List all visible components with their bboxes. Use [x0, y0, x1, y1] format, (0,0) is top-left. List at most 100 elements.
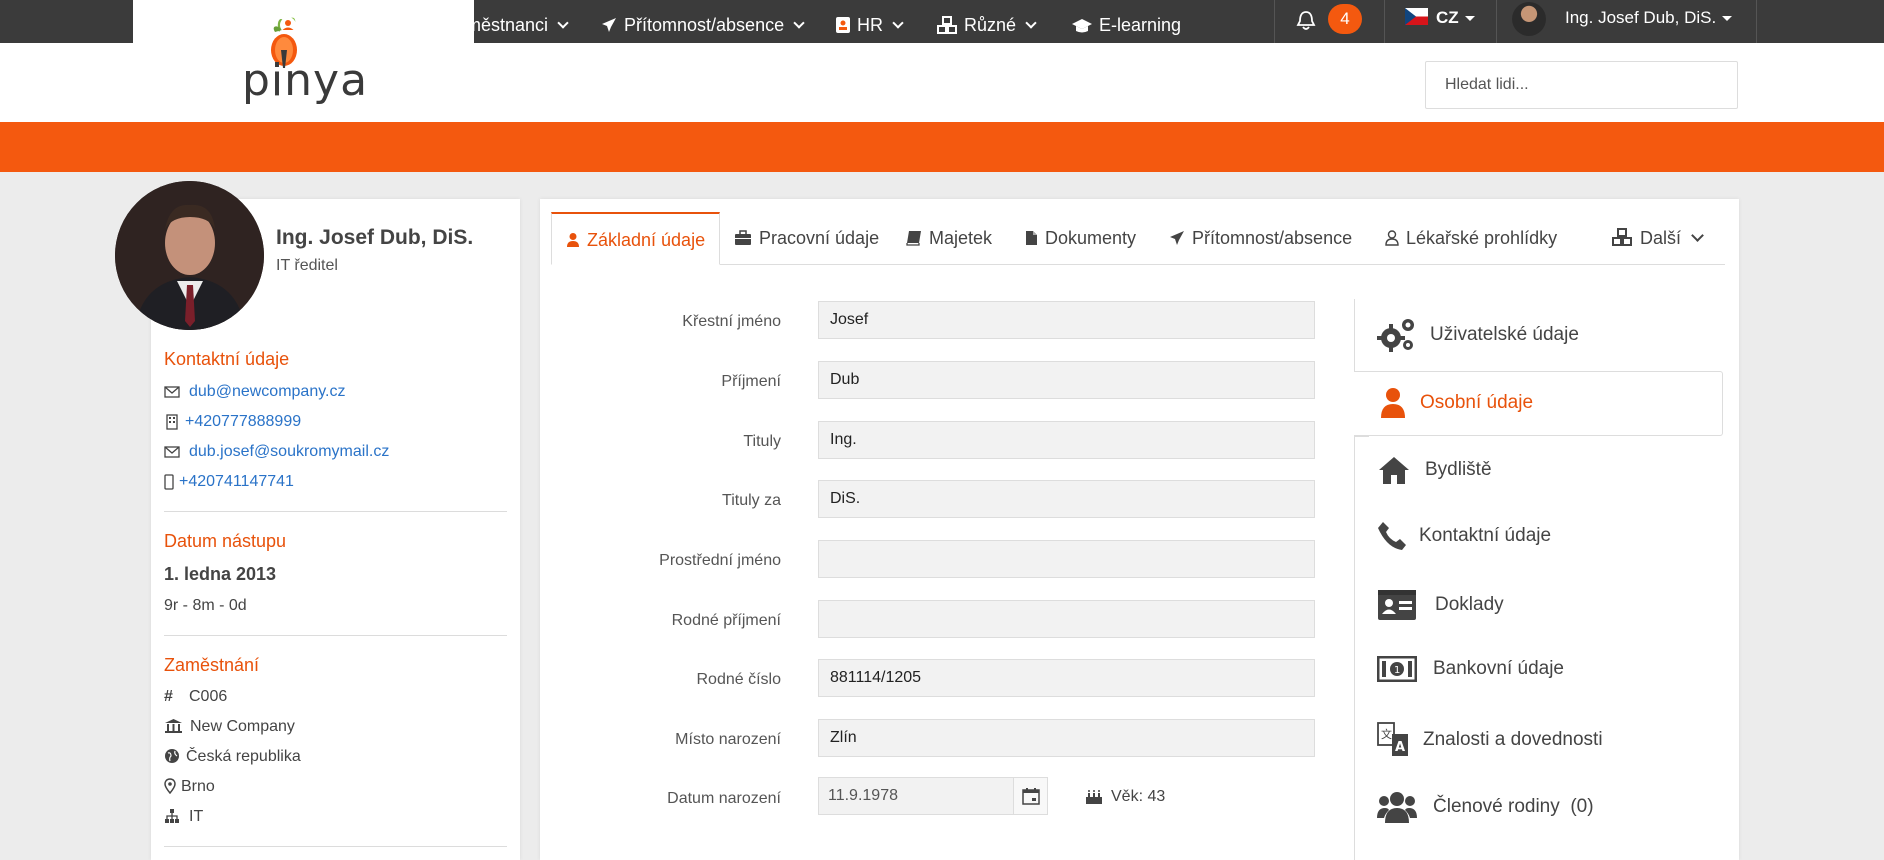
user-menu[interactable]: Ing. Josef Dub, DiS.: [1565, 8, 1733, 28]
plane-icon: [1170, 231, 1184, 245]
id-badge-icon: [836, 17, 850, 33]
tab-work-info[interactable]: Pracovní údaje: [720, 212, 893, 265]
divider: [1354, 436, 1369, 437]
divider: [164, 635, 507, 636]
birthday-cake-icon: [1086, 790, 1102, 804]
city: Brno: [181, 778, 215, 795]
topbar-divider: [1756, 0, 1757, 43]
chevron-down-icon: [892, 17, 904, 29]
envelope-icon: [164, 386, 180, 398]
bell-icon[interactable]: [1296, 10, 1316, 32]
plane-icon: [602, 18, 616, 32]
side-nav-personal-data[interactable]: Osobní údaje: [1379, 387, 1533, 419]
home-icon: [1379, 457, 1409, 484]
side-nav-contact[interactable]: Kontaktní údaje: [1377, 521, 1551, 551]
middle-name-input[interactable]: [818, 540, 1315, 578]
id-card-icon: [1378, 590, 1416, 620]
cubes-icon: [1612, 228, 1632, 246]
calendar-icon: [1022, 788, 1040, 805]
chevron-down-icon: [1691, 229, 1704, 242]
first-name-input[interactable]: [818, 301, 1315, 339]
tab-more[interactable]: Další: [1597, 212, 1716, 265]
calendar-button[interactable]: [1013, 777, 1048, 815]
birth-surname-input[interactable]: [818, 600, 1315, 638]
last-name-input[interactable]: [818, 361, 1315, 399]
caret-down-icon: [1722, 16, 1733, 22]
czech-flag-icon: [1405, 8, 1428, 25]
sitemap-icon: [165, 809, 179, 823]
tab-basic-info[interactable]: Základní údaje: [551, 212, 721, 265]
money-icon: 1: [1376, 655, 1418, 683]
tenure: 9r - 8m - 0d: [164, 597, 247, 614]
tab-medical[interactable]: Lékařské prohlídky: [1371, 212, 1571, 265]
side-nav-user-data[interactable]: Uživatelské údaje: [1377, 316, 1579, 354]
side-nav-skills[interactable]: 文 A Znalosti a dovednosti: [1377, 722, 1603, 758]
svg-text:A: A: [1395, 740, 1405, 755]
age-display: Věk: 43: [1111, 788, 1166, 805]
titles-label: Tituly: [743, 433, 781, 450]
topbar-divider: [1496, 0, 1497, 43]
tab-assets[interactable]: Majetek: [892, 212, 1006, 265]
cubes-icon: [937, 16, 957, 34]
map-marker-icon: [164, 778, 176, 794]
people-search-input[interactable]: [1425, 61, 1738, 109]
tab-documents[interactable]: Dokumenty: [1011, 212, 1150, 265]
start-date-section-title: Datum nástupu: [164, 531, 287, 551]
hash-icon: #: [164, 688, 173, 705]
birth-number-label: Rodné číslo: [696, 671, 782, 688]
divider: [164, 846, 507, 847]
chevron-down-icon: [1025, 17, 1037, 29]
language-selector[interactable]: CZ: [1436, 8, 1475, 28]
side-nav-documents[interactable]: Doklady: [1377, 589, 1504, 621]
svg-text:1: 1: [1394, 665, 1400, 676]
first-name-label: Křestní jméno: [682, 313, 781, 330]
side-nav-bank[interactable]: 1 Bankovní údaje: [1376, 655, 1564, 683]
birth-place-input[interactable]: [818, 719, 1315, 757]
notification-count-badge[interactable]: 4: [1328, 4, 1362, 34]
profile-photo: [115, 181, 264, 330]
users-icon: [417, 19, 439, 33]
tab-attendance[interactable]: Přítomnost/absence: [1155, 212, 1366, 265]
nav-home[interactable]: Domů: [169, 0, 241, 50]
company: New Company: [190, 718, 295, 735]
topbar-divider: [1274, 0, 1275, 43]
mobile-link[interactable]: +420741147741: [179, 473, 294, 491]
user-md-icon: [1385, 230, 1399, 246]
home-icon: [170, 19, 186, 33]
bank-icon: [165, 719, 182, 733]
graduation-cap-icon: [1072, 19, 1092, 33]
language-icon: 文A: [1377, 722, 1408, 756]
file-icon: [1026, 231, 1037, 245]
nav-hr[interactable]: HR: [835, 0, 904, 50]
nav-misc[interactable]: Různé: [936, 0, 1037, 50]
side-nav-family[interactable]: Členové rodiny (0): [1377, 790, 1594, 824]
topbar-divider: [1384, 0, 1385, 43]
birth-number-input[interactable]: [818, 659, 1315, 697]
private-email-link[interactable]: dub.josef@soukromymail.cz: [189, 443, 389, 461]
side-nav-residence[interactable]: Bydliště: [1377, 455, 1492, 485]
employee-id: C006: [189, 688, 228, 705]
nav-elearning[interactable]: E-learning: [1071, 0, 1181, 50]
country: Česká republika: [186, 748, 301, 765]
family-count: (0): [1570, 796, 1594, 818]
logo-text: pinya: [242, 55, 369, 106]
work-phone-link[interactable]: +420777888999: [185, 413, 301, 431]
chevron-down-icon: [557, 17, 569, 29]
user-circle-icon: [280, 17, 296, 33]
department: IT: [189, 808, 204, 825]
titles-after-input[interactable]: [818, 480, 1315, 518]
profile-job-title: IT ředitel: [276, 257, 338, 274]
titles-input[interactable]: [818, 421, 1315, 459]
user-icon: [1381, 388, 1405, 418]
gears-icon: [1377, 319, 1414, 352]
nav-my-profile[interactable]: Můj profil: [279, 0, 376, 50]
birth-date-label: Datum narození: [667, 790, 781, 807]
nav-attendance[interactable]: Přítomnost/absence: [600, 0, 805, 50]
work-email-link[interactable]: dub@newcompany.cz: [189, 383, 345, 401]
mobile-icon: [164, 474, 174, 490]
svg-text:文: 文: [1381, 727, 1392, 741]
nav-employees[interactable]: Zaměstnanci: [417, 0, 569, 50]
envelope-icon: [164, 446, 180, 458]
birth-date-input[interactable]: [818, 777, 1014, 815]
user-avatar[interactable]: [1512, 2, 1546, 36]
